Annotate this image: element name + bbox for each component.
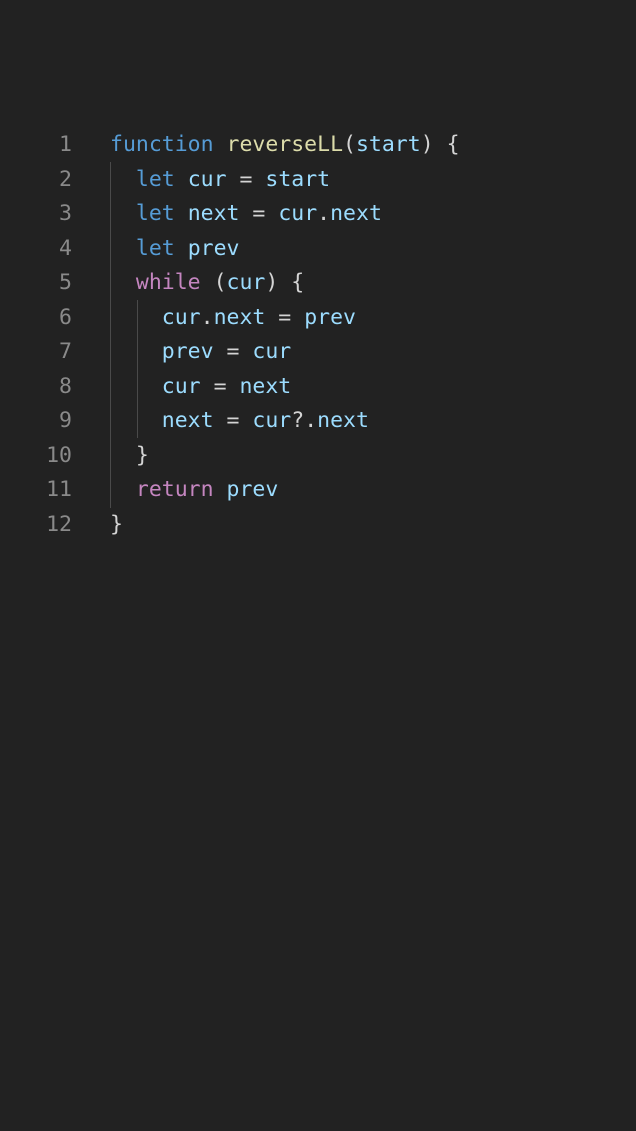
line-number: 9 (59, 408, 72, 433)
code-line[interactable]: 3 let next = cur.next (0, 197, 636, 232)
indent-guide-function-body (110, 162, 111, 508)
code-line[interactable]: 12} (0, 508, 636, 543)
code-token: = (213, 408, 253, 433)
code-token: cur (226, 270, 266, 295)
code-token: next (161, 408, 214, 433)
code-lines: 1 function reverseLL(start) {2 let cur = … (0, 128, 636, 542)
code-line[interactable]: 4 let prev (0, 232, 636, 267)
code-token: = (200, 373, 240, 399)
line-number: 10 (46, 442, 72, 468)
line-number: 5 (59, 270, 72, 295)
code-token: ?. (291, 408, 318, 433)
code-token: cur (161, 304, 201, 330)
code-token: ( (200, 270, 227, 295)
code-token: reverseLL (226, 132, 344, 157)
line-code: let prev (110, 232, 240, 267)
code-token: let (135, 235, 175, 261)
code-token: let (135, 166, 175, 192)
code-token: cur (187, 166, 227, 192)
code-token: . (200, 304, 214, 330)
code-token: . (317, 201, 331, 226)
line-number: 6 (59, 304, 72, 330)
line-number: 4 (59, 235, 72, 261)
code-token: start (355, 132, 421, 157)
code-token: function (110, 132, 214, 157)
line-code: next = cur?.next (110, 404, 369, 439)
code-token: cur (278, 201, 318, 226)
code-token: next (317, 408, 369, 433)
code-line[interactable]: 8 cur = next (0, 370, 636, 405)
code-token: while (135, 270, 201, 295)
indent-guide-while-body (137, 300, 138, 438)
code-editor[interactable]: 1 function reverseLL(start) {2 let cur = … (0, 128, 636, 542)
code-line[interactable]: 5 while (cur) { (0, 266, 636, 301)
line-code: } (110, 508, 123, 543)
code-token: = (226, 166, 266, 192)
code-token: = (213, 339, 253, 364)
line-number: 7 (59, 339, 72, 364)
code-token: } (110, 442, 149, 468)
line-code: function reverseLL(start) { (110, 128, 460, 163)
code-token: next (330, 201, 382, 226)
code-token: cur (252, 408, 292, 433)
code-token: cur (252, 339, 292, 364)
line-number: 2 (59, 166, 72, 192)
code-token: prev (226, 477, 279, 502)
code-line[interactable]: 11 return prev (0, 473, 636, 508)
line-code: let cur = start (110, 163, 330, 198)
line-code: cur.next = prev (110, 301, 356, 336)
line-code: return prev (110, 473, 278, 508)
line-number: 11 (46, 477, 72, 502)
code-token: prev (187, 235, 240, 261)
line-code: let next = cur.next (110, 197, 382, 232)
code-line[interactable]: 6 cur.next = prev (0, 301, 636, 336)
code-token: let (135, 201, 175, 226)
code-token: next (239, 373, 292, 399)
code-token: prev (161, 339, 214, 364)
code-token: ) { (265, 270, 305, 295)
code-line[interactable]: 10 } (0, 439, 636, 474)
code-token: start (265, 166, 331, 192)
line-code: while (cur) { (110, 266, 304, 301)
code-line[interactable]: 2 let cur = start (0, 163, 636, 198)
code-token: ) { (420, 132, 460, 157)
code-token: ( (343, 132, 356, 157)
line-number: 12 (46, 511, 72, 537)
line-number: 1 (59, 132, 72, 157)
code-token: prev (304, 304, 356, 330)
code-token: } (110, 511, 123, 537)
code-token: next (187, 201, 240, 226)
line-number: 8 (59, 373, 72, 399)
code-token: cur (161, 373, 201, 399)
code-token: = (239, 201, 279, 226)
code-line[interactable]: 7 prev = cur (0, 335, 636, 370)
code-token: = (265, 304, 305, 330)
code-line[interactable]: 9 next = cur?.next (0, 404, 636, 439)
line-code: } (110, 439, 149, 474)
line-number: 3 (59, 201, 72, 226)
code-token: return (135, 477, 214, 502)
code-token: next (213, 304, 266, 330)
code-line[interactable]: 1 function reverseLL(start) { (0, 128, 636, 163)
